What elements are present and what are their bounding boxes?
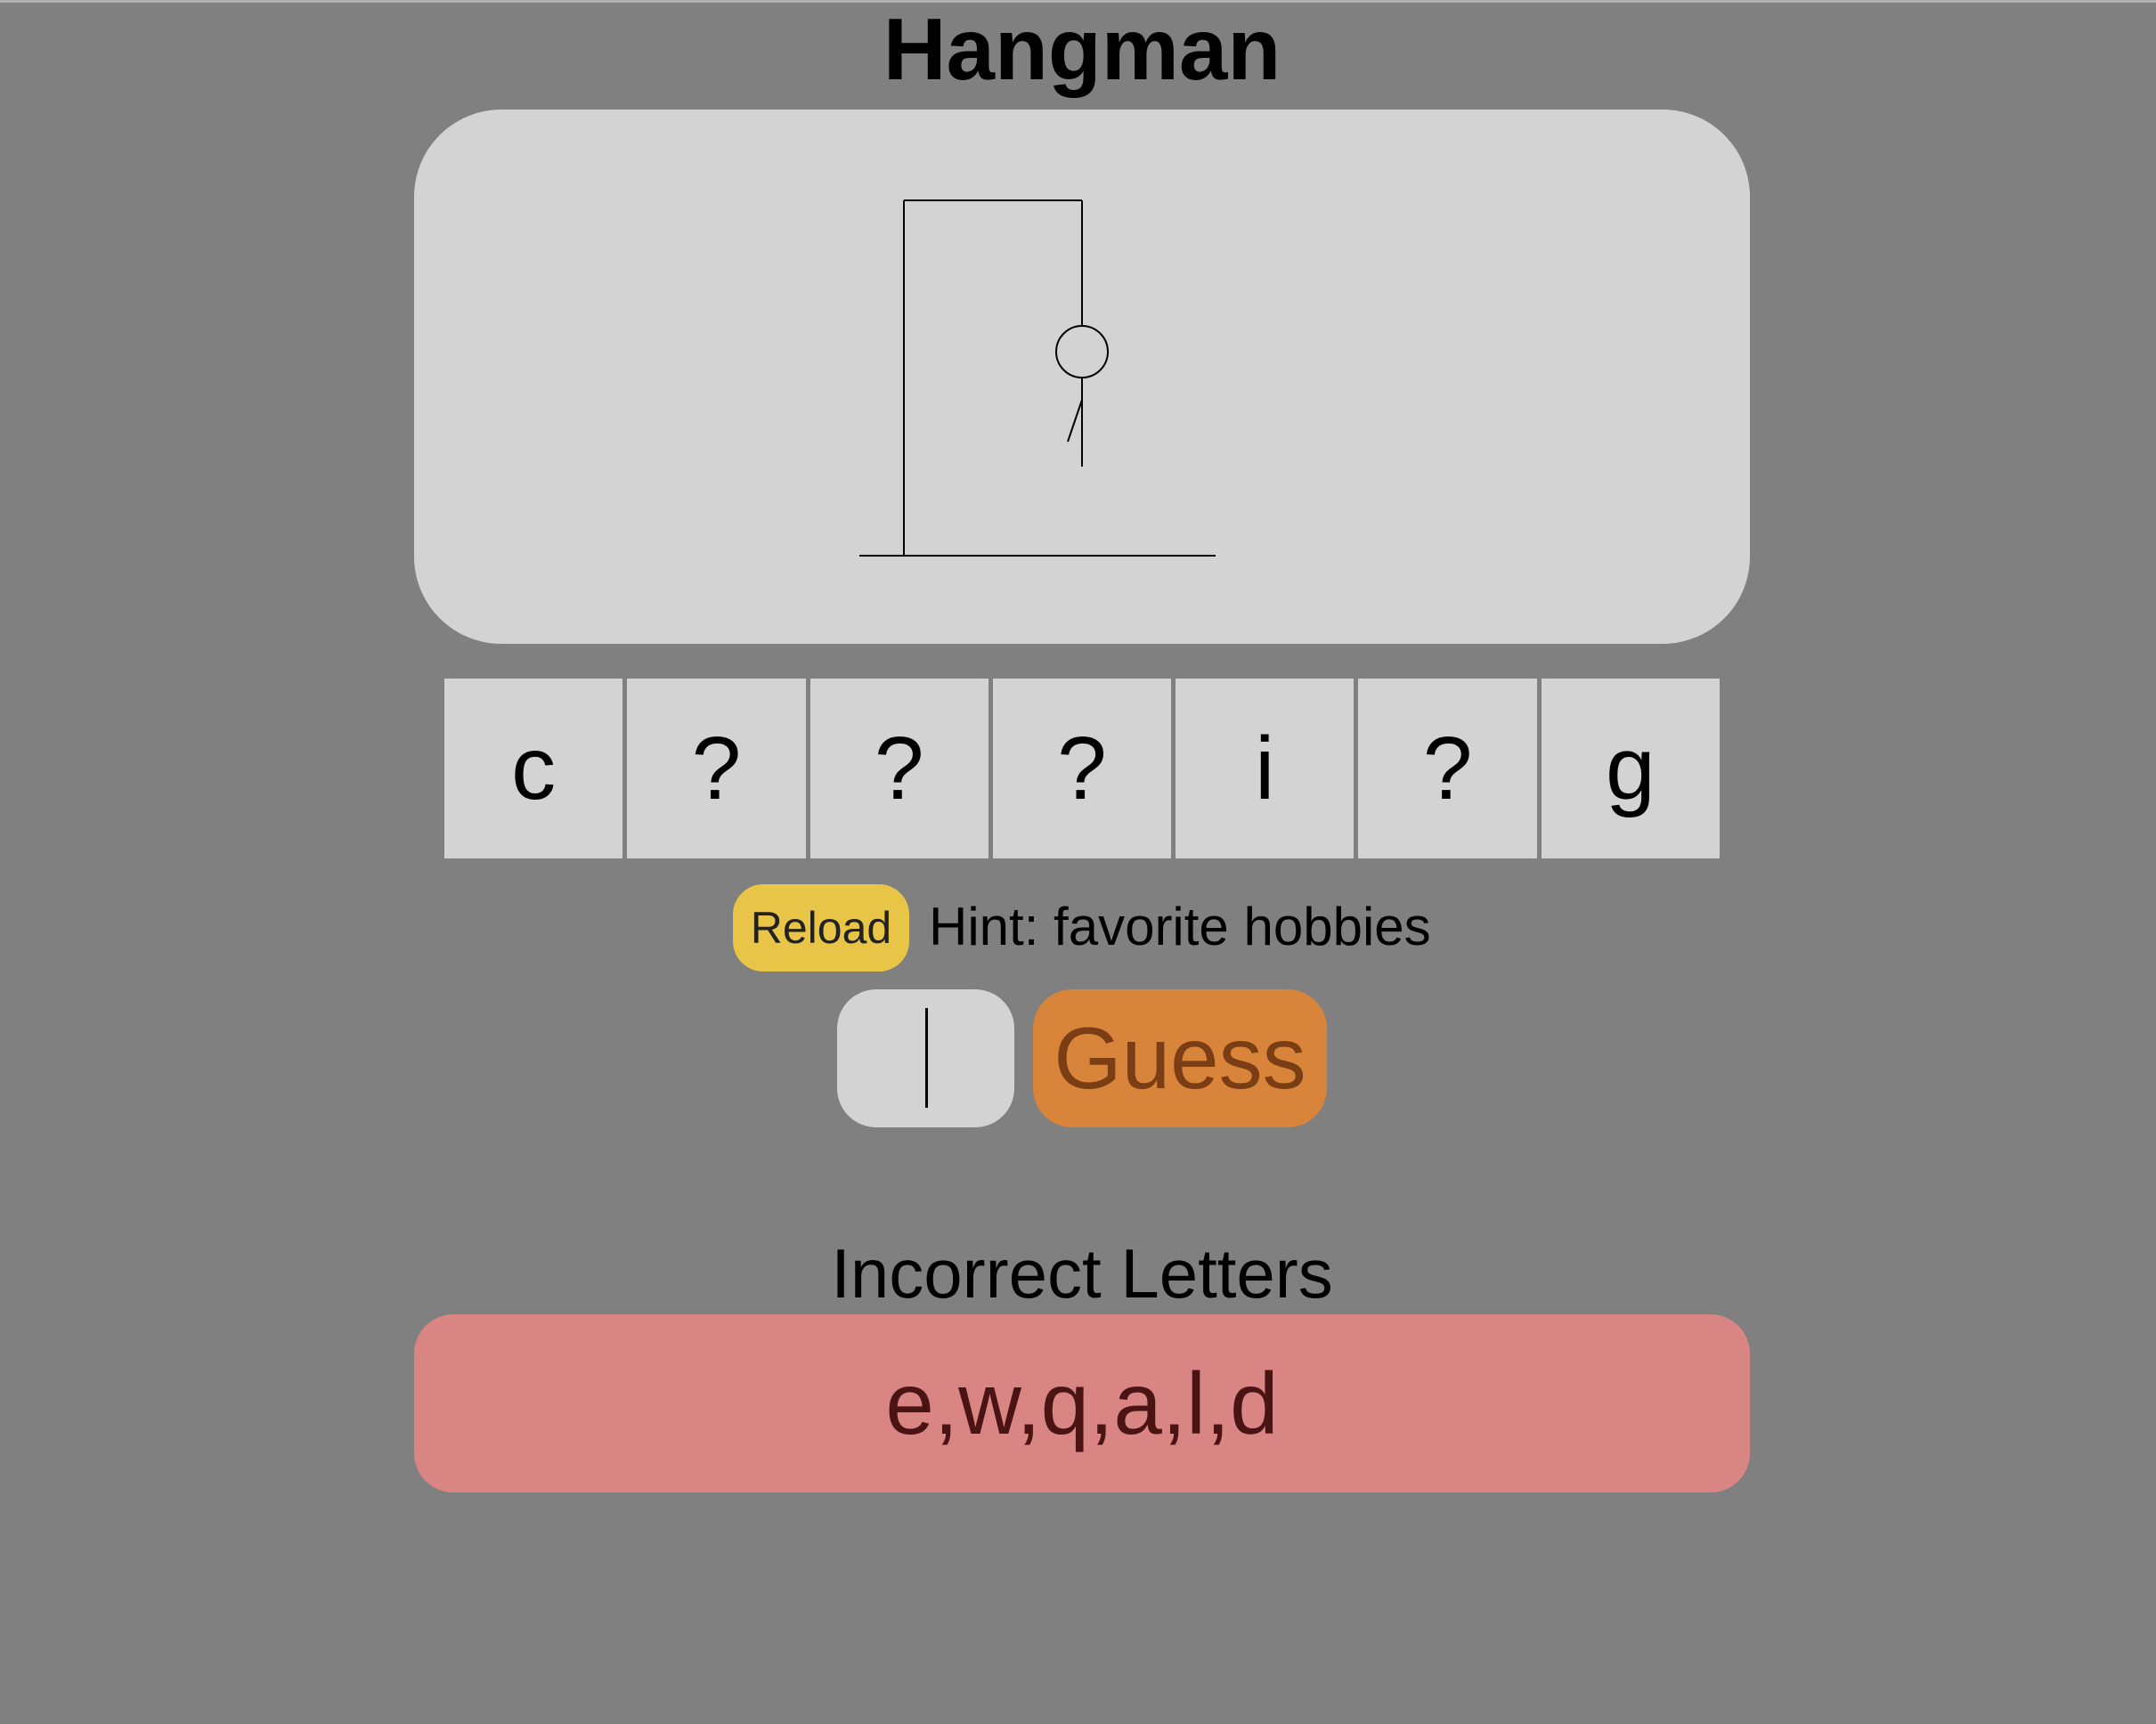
incorrect-letters-list: e,w,q,a,l,d [414, 1314, 1750, 1492]
word-display: c ? ? ? i ? g [444, 679, 1720, 858]
page-title: Hangman [883, 0, 1281, 98]
letter-slot: i [1176, 679, 1355, 858]
hangman-board [414, 110, 1750, 644]
letter-slot: ? [627, 679, 806, 858]
letter-slot: ? [992, 679, 1172, 858]
hint-text: Hint: favorite hobbies [929, 897, 1431, 956]
reload-button[interactable]: Reload [733, 884, 909, 972]
letter-slot: c [444, 679, 623, 858]
hangman-left-arm [1067, 399, 1083, 443]
incorrect-letters-heading: Incorrect Letters [831, 1234, 1333, 1313]
text-caret [925, 1008, 928, 1108]
gallows-drawing [859, 199, 1216, 557]
letter-slot: ? [1358, 679, 1537, 858]
letter-slot: g [1541, 679, 1720, 858]
hangman-head [1055, 325, 1109, 378]
guess-button[interactable]: Guess [1033, 989, 1327, 1127]
letter-slot: ? [810, 679, 989, 858]
